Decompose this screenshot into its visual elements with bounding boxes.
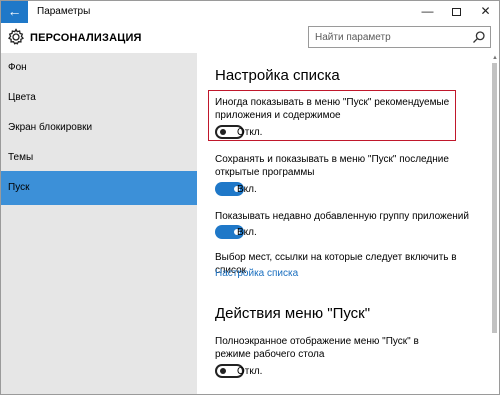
sidebar: Фон Цвета Экран блокировки Темы Пуск: [1, 53, 197, 394]
close-button[interactable]: ✕: [471, 1, 499, 23]
sidebar-item-background[interactable]: Фон: [1, 53, 197, 83]
sidebar-item-colors[interactable]: Цвета: [1, 83, 197, 113]
sidebar-item-label: Цвета: [8, 92, 36, 103]
page-header: ПЕРСОНАЛИЗАЦИЯ: [1, 23, 499, 53]
toggle-knob: [220, 129, 226, 135]
search-icon[interactable]: [472, 30, 486, 44]
maximize-button[interactable]: [442, 1, 471, 23]
maximize-icon: [452, 7, 461, 16]
scrollbar[interactable]: ▲: [491, 53, 499, 394]
sidebar-item-label: Темы: [8, 152, 34, 163]
toggle-knob: [220, 368, 226, 374]
sidebar-item-label: Пуск: [8, 182, 30, 193]
section-heading-list: Настройка списка: [215, 67, 340, 84]
customize-list-link[interactable]: Настройка списка: [215, 268, 298, 279]
search-box[interactable]: [308, 26, 491, 48]
sidebar-item-lock-screen[interactable]: Экран блокировки: [1, 113, 197, 143]
sidebar-item-label: Фон: [8, 62, 27, 73]
toggle-suggestions-state: Откл.: [237, 127, 263, 138]
sidebar-item-label: Экран блокировки: [8, 122, 93, 133]
page-title: ПЕРСОНАЛИЗАЦИЯ: [30, 32, 142, 44]
minimize-button[interactable]: —: [413, 1, 442, 23]
scroll-up-icon[interactable]: ▲: [491, 55, 499, 61]
main-content: Настройка списка Иногда показывать в мен…: [197, 53, 491, 394]
setting-recent-programs-label: Сохранять и показывать в меню "Пуск" пос…: [215, 154, 449, 178]
title-bar: ← Параметры — ✕: [1, 1, 499, 23]
setting-recent-apps-label: Показывать недавно добавленную группу пр…: [215, 211, 469, 222]
gear-icon: [7, 28, 25, 45]
sidebar-item-start[interactable]: Пуск: [1, 171, 197, 205]
search-input[interactable]: [309, 27, 469, 47]
setting-fullscreen-label: Полноэкранное отображение меню "Пуск" в …: [215, 336, 419, 360]
toggle-recent-programs-state: Вкл.: [237, 184, 257, 195]
sidebar-item-themes[interactable]: Темы: [1, 143, 197, 173]
toggle-fullscreen-state: Откл.: [237, 366, 263, 377]
setting-suggestions-label: Иногда показывать в меню "Пуск" рекоменд…: [215, 97, 450, 121]
back-arrow-icon: ←: [7, 3, 22, 19]
scroll-thumb[interactable]: [492, 63, 497, 333]
minimize-icon: —: [421, 4, 434, 18]
window-title: Параметры: [37, 6, 91, 17]
back-button[interactable]: ←: [1, 1, 28, 23]
settings-window: ← Параметры — ✕ ПЕРСОНАЛИЗАЦИЯ Найти пар…: [0, 0, 500, 395]
toggle-recent-apps-state: Вкл.: [237, 227, 257, 238]
section-heading-actions: Действия меню "Пуск": [215, 305, 371, 322]
close-icon: ✕: [480, 4, 491, 18]
